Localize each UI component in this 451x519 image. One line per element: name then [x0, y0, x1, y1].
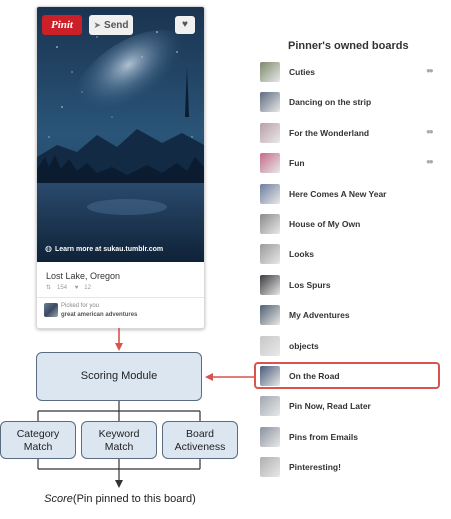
score-rest: (Pin pinned to this board) — [72, 493, 196, 505]
category-match-box: Category Match — [0, 421, 76, 459]
scoring-to-features-tree — [37, 401, 201, 421]
feature-line1: Keyword — [98, 428, 140, 440]
feature-line1: Category — [16, 428, 60, 440]
feature-line2: Match — [23, 441, 53, 453]
feature-line2: Activeness — [174, 441, 226, 453]
board-activeness-box: Board Activeness — [162, 421, 238, 459]
keyword-match-box: Keyword Match — [81, 421, 157, 459]
score-output-label: Score(Pin pinned to this board) — [0, 493, 240, 505]
feature-line2: Match — [104, 441, 134, 453]
scoring-module-box: Scoring Module — [36, 352, 202, 401]
feature-line1: Board — [185, 428, 215, 440]
score-word: Score — [44, 493, 73, 505]
